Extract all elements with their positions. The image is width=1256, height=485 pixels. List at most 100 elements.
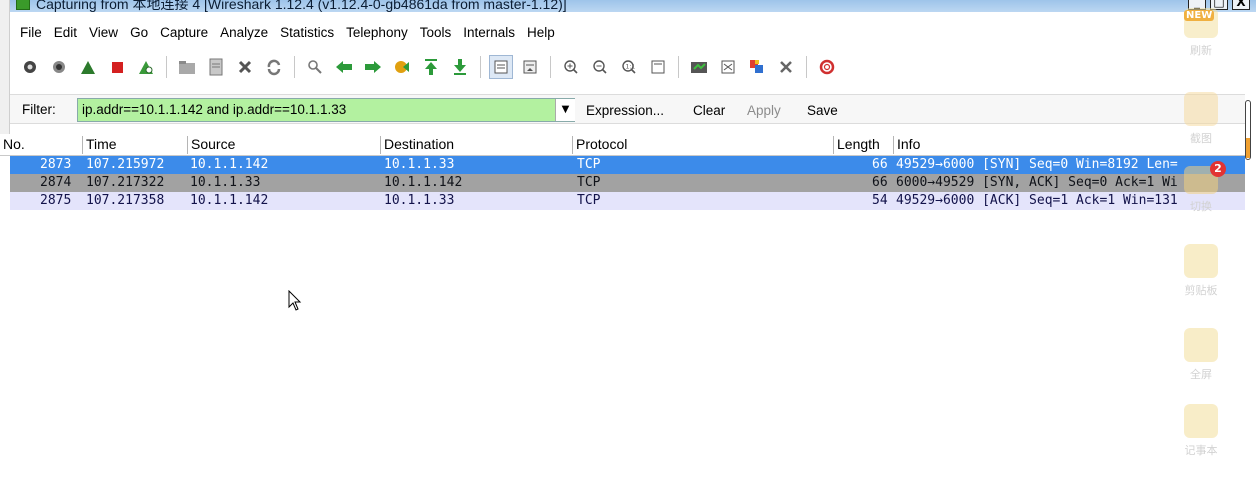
screenshot-icon — [1184, 92, 1218, 126]
toolbar-separator — [806, 56, 807, 78]
cell-destination: 10.1.1.33 — [384, 157, 455, 172]
column-time[interactable]: Time — [82, 136, 187, 154]
menu-tools[interactable]: Tools — [420, 25, 460, 40]
packet-list[interactable]: 2873 107.215972 10.1.1.142 10.1.1.33 TCP… — [0, 156, 1245, 485]
dock-item-new[interactable]: NEW 刷新 — [1170, 8, 1232, 58]
menu-edit[interactable]: Edit — [54, 25, 85, 40]
expression-button[interactable]: Expression... — [586, 103, 664, 118]
column-protocol[interactable]: Protocol — [572, 136, 833, 154]
cell-no: 2874 — [40, 175, 72, 190]
dock-item-screenshot[interactable]: 截图 — [1170, 92, 1232, 146]
display-filter-input[interactable]: ip.addr==10.1.1.142 and ip.addr==10.1.1.… — [77, 98, 575, 122]
toolbar-separator — [166, 56, 167, 78]
title-bar: Capturing from 本地连接 4 [Wireshark 1.12.4 … — [10, 0, 1256, 12]
cell-no: 2873 — [40, 157, 72, 172]
table-row[interactable]: 2873 107.215972 10.1.1.142 10.1.1.33 TCP… — [10, 156, 1245, 174]
dock-label: 刷新 — [1190, 44, 1212, 57]
cell-source: 10.1.1.142 — [190, 193, 269, 208]
cell-destination: 10.1.1.33 — [384, 193, 455, 208]
dock-label: 记事本 — [1184, 444, 1218, 457]
first-icon[interactable] — [419, 55, 443, 79]
reload-icon[interactable] — [262, 55, 286, 79]
toolbar-separator — [678, 56, 679, 78]
dock-label: 截图 — [1190, 132, 1212, 145]
wireshark-icon — [16, 0, 30, 10]
menu-capture[interactable]: Capture — [160, 25, 216, 40]
colorize-icon[interactable] — [489, 55, 513, 79]
menu-go[interactable]: Go — [130, 25, 156, 40]
column-no[interactable]: No. — [0, 136, 82, 154]
cell-length: 54 — [872, 193, 888, 208]
column-length[interactable]: Length — [833, 136, 893, 154]
close-icon[interactable] — [233, 55, 257, 79]
cell-protocol: TCP — [577, 175, 601, 190]
cell-info: 49529→6000 [ACK] Seq=1 Ack=1 Win=131 — [896, 193, 1178, 208]
forward-icon[interactable] — [361, 55, 385, 79]
zoom-in-icon[interactable] — [559, 55, 583, 79]
toolbar-separator — [294, 56, 295, 78]
column-destination[interactable]: Destination — [380, 136, 572, 154]
toolbar-separator — [480, 56, 481, 78]
menu-telephony[interactable]: Telephony — [346, 25, 416, 40]
menu-help[interactable]: Help — [527, 25, 563, 40]
find-icon[interactable] — [303, 55, 327, 79]
help-icon[interactable] — [815, 55, 839, 79]
dock-item-fullscreen[interactable]: 全屏 — [1170, 328, 1232, 382]
cell-time: 107.217358 — [86, 193, 165, 208]
notification-badge: 2 — [1210, 161, 1226, 177]
menu-file[interactable]: File — [20, 25, 50, 40]
scissors-icon — [1184, 244, 1218, 278]
last-icon[interactable] — [448, 55, 472, 79]
zoom-out-icon[interactable] — [588, 55, 612, 79]
dock-label: 剪贴板 — [1184, 284, 1218, 297]
filter-label: Filter: — [22, 102, 56, 117]
resize-columns-icon[interactable] — [646, 55, 670, 79]
chevron-down-icon[interactable]: ▼ — [555, 99, 575, 121]
apply-button[interactable]: Apply — [747, 103, 781, 118]
normal-size-icon[interactable]: 1:1 — [617, 55, 641, 79]
save-button[interactable]: Save — [807, 103, 838, 118]
svg-text:1:1: 1:1 — [626, 64, 636, 71]
cell-destination: 10.1.1.142 — [384, 175, 463, 190]
menu-bar: File Edit View Go Capture Analyze Statis… — [10, 20, 1170, 44]
cell-source: 10.1.1.142 — [190, 157, 269, 172]
back-icon[interactable] — [332, 55, 356, 79]
dock-item-notepad[interactable]: 记事本 — [1170, 404, 1232, 458]
goto-icon[interactable] — [390, 55, 414, 79]
capture-filters-icon[interactable] — [687, 55, 711, 79]
column-source[interactable]: Source — [187, 136, 380, 154]
table-row[interactable]: 2875 107.217358 10.1.1.142 10.1.1.33 TCP… — [10, 192, 1245, 210]
dock-label: 切换 — [1190, 200, 1212, 213]
table-row[interactable]: 2874 107.217322 10.1.1.33 10.1.1.142 TCP… — [10, 174, 1245, 192]
options-icon[interactable] — [47, 55, 71, 79]
new-badge: NEW — [1184, 10, 1215, 21]
fullscreen-icon — [1184, 328, 1218, 362]
cell-info: 49529→6000 [SYN] Seq=0 Win=8192 Len= — [896, 157, 1178, 172]
save-icon[interactable] — [204, 55, 228, 79]
dock-item-clipboard[interactable]: 剪贴板 — [1170, 244, 1232, 298]
window-title: Capturing from 本地连接 4 [Wireshark 1.12.4 … — [36, 0, 567, 12]
cell-info: 6000→49529 [SYN, ACK] Seq=0 Ack=1 Wi — [896, 175, 1178, 190]
filter-bar: Filter: ip.addr==10.1.1.142 and ip.addr=… — [10, 94, 1245, 124]
interfaces-icon[interactable] — [18, 55, 42, 79]
main-toolbar: 1:1 — [10, 52, 1170, 82]
cell-time: 107.217322 — [86, 175, 165, 190]
menu-internals[interactable]: Internals — [463, 25, 523, 40]
open-icon[interactable] — [175, 55, 199, 79]
cell-time: 107.215972 — [86, 157, 165, 172]
autoscroll-icon[interactable] — [518, 55, 542, 79]
notepad-icon — [1184, 404, 1218, 438]
stop-icon[interactable] — [105, 55, 129, 79]
menu-analyze[interactable]: Analyze — [220, 25, 276, 40]
preferences-icon[interactable] — [774, 55, 798, 79]
cell-protocol: TCP — [577, 193, 601, 208]
coloring-rules-icon[interactable] — [745, 55, 769, 79]
start-icon[interactable] — [76, 55, 100, 79]
menu-view[interactable]: View — [89, 25, 126, 40]
menu-statistics[interactable]: Statistics — [280, 25, 342, 40]
floating-dock: NEW 刷新 截图 切换 2 剪贴板 全屏 记事本 — [1170, 0, 1256, 485]
display-filters-icon[interactable] — [716, 55, 740, 79]
clear-button[interactable]: Clear — [693, 103, 725, 118]
restart-icon[interactable] — [134, 55, 158, 79]
cell-length: 66 — [872, 175, 888, 190]
